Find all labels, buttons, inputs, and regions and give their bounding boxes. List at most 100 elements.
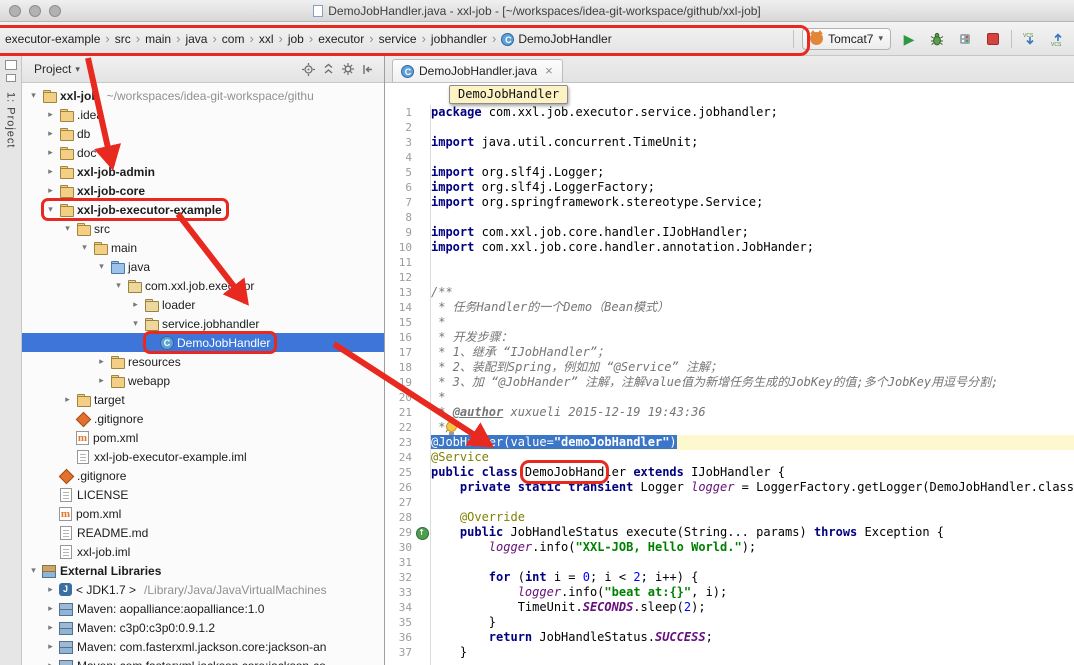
expand-arrow-icon[interactable]: ▸ xyxy=(43,109,58,120)
collapse-arrow-icon[interactable]: ▾ xyxy=(43,204,58,215)
expand-arrow-icon[interactable]: ▸ xyxy=(128,299,143,310)
tree-item-resources[interactable]: ▸resources xyxy=(22,352,384,371)
code-editor[interactable]: DemoJobHandler 1234567891011121314151617… xyxy=(385,83,1074,665)
expand-arrow-icon[interactable]: ▸ xyxy=(43,622,58,633)
hide-panel-button[interactable] xyxy=(360,61,376,77)
settings-button[interactable] xyxy=(340,61,356,77)
code-line-26[interactable]: private static transient Logger logger =… xyxy=(431,480,1074,495)
breadcrumb-item-executor[interactable]: executor xyxy=(315,30,367,48)
vcs-update-button[interactable]: VCS xyxy=(1020,29,1040,49)
code-line-14[interactable]: * 任务Handler的一个Demo（Bean模式） xyxy=(431,300,1074,315)
code-line-22[interactable]: */ xyxy=(431,420,1074,435)
code-line-28[interactable]: @Override xyxy=(431,510,1074,525)
code-line-17[interactable]: * 1、继承 “IJobHandler”； xyxy=(431,345,1074,360)
tree-item-maven-aopalliance-aopalliance-1.0[interactable]: ▸Maven: aopalliance:aopalliance:1.0 xyxy=(22,599,384,618)
code-line-3[interactable]: import java.util.concurrent.TimeUnit; xyxy=(431,135,1074,150)
code-line-31[interactable] xyxy=(431,555,1074,570)
run-config-select[interactable]: Tomcat7 ▾ xyxy=(802,28,891,50)
expand-arrow-icon[interactable]: ▸ xyxy=(43,660,58,665)
code-line-11[interactable] xyxy=(431,255,1074,270)
breadcrumb-item-java[interactable]: java xyxy=(182,30,210,48)
tree-item-.idea[interactable]: ▸.idea xyxy=(22,105,384,124)
tree-item-.gitignore[interactable]: .gitignore xyxy=(22,466,384,485)
override-marker-icon[interactable] xyxy=(414,525,430,540)
code-line-6[interactable]: import org.slf4j.LoggerFactory; xyxy=(431,180,1074,195)
breadcrumb-item-xxl[interactable]: xxl xyxy=(256,30,277,48)
expand-arrow-icon[interactable]: ▸ xyxy=(43,147,58,158)
expand-arrow-icon[interactable]: ▸ xyxy=(43,185,58,196)
tree-item-.gitignore[interactable]: .gitignore xyxy=(22,409,384,428)
tree-item-xxl-job[interactable]: ▾xxl-job~/workspaces/idea-git-workspace/… xyxy=(22,86,384,105)
code-line-12[interactable] xyxy=(431,270,1074,285)
tree-item-license[interactable]: LICENSE xyxy=(22,485,384,504)
code-line-25[interactable]: public class DemoJobHandler extends IJob… xyxy=(431,465,1074,480)
project-tool-button[interactable]: 1: Project xyxy=(5,92,17,148)
code-line-16[interactable]: * 开发步骤： xyxy=(431,330,1074,345)
expand-arrow-icon[interactable]: ▸ xyxy=(94,375,109,386)
tree-item-external-libraries[interactable]: ▾External Libraries xyxy=(22,561,384,580)
code-line-37[interactable]: } xyxy=(431,645,1074,660)
code-line-1[interactable]: package com.xxl.job.executor.service.job… xyxy=(431,105,1074,120)
tree-item-java[interactable]: ▾java xyxy=(22,257,384,276)
tree-item-xxl-job-core[interactable]: ▸xxl-job-core xyxy=(22,181,384,200)
breadcrumb-item-main[interactable]: main xyxy=(142,30,174,48)
tree-item-com.xxl.job.executor[interactable]: ▾com.xxl.job.executor xyxy=(22,276,384,295)
collapse-arrow-icon[interactable]: ▾ xyxy=(77,242,92,253)
tab-demojobhandler[interactable]: DemoJobHandler.java × xyxy=(392,59,563,82)
code-line-4[interactable] xyxy=(431,150,1074,165)
expand-arrow-icon[interactable]: ▸ xyxy=(43,166,58,177)
tree-item-webapp[interactable]: ▸webapp xyxy=(22,371,384,390)
breadcrumb-item-src[interactable]: src xyxy=(112,30,134,48)
collapse-arrow-icon[interactable]: ▾ xyxy=(60,223,75,234)
code-line-8[interactable] xyxy=(431,210,1074,225)
tree-item-xxl-job-executor-example.iml[interactable]: xxl-job-executor-example.iml xyxy=(22,447,384,466)
code-line-30[interactable]: logger.info("XXL-JOB, Hello World."); xyxy=(431,540,1074,555)
tree-item-maven-com.fasterxml.jackson.core-jackson-an[interactable]: ▸Maven: com.fasterxml.jackson.core:jacks… xyxy=(22,637,384,656)
tree-item-service.jobhandler[interactable]: ▾service.jobhandler xyxy=(22,314,384,333)
tree-item-doc[interactable]: ▸doc xyxy=(22,143,384,162)
project-panel-title[interactable]: Project xyxy=(34,62,71,76)
collapse-arrow-icon[interactable]: ▾ xyxy=(26,90,41,101)
close-window-button[interactable] xyxy=(9,5,21,17)
code-line-23[interactable]: @JobHander(value="demoJobHandler") xyxy=(431,435,1074,450)
code-line-33[interactable]: logger.info("beat at:{}", i); xyxy=(431,585,1074,600)
vcs-commit-button[interactable]: VCS xyxy=(1048,29,1068,49)
tool-window-icon[interactable] xyxy=(5,60,17,70)
breadcrumb-item-demojobhandler[interactable]: DemoJobHandler xyxy=(498,30,614,48)
code-line-10[interactable]: import com.xxl.job.core.handler.annotati… xyxy=(431,240,1074,255)
breadcrumb-item-job[interactable]: job xyxy=(285,30,307,48)
tree-item-xxl-job-admin[interactable]: ▸xxl-job-admin xyxy=(22,162,384,181)
tree-item-target[interactable]: ▸target xyxy=(22,390,384,409)
code-line-32[interactable]: for (int i = 0; i < 2; i++) { xyxy=(431,570,1074,585)
expand-arrow-icon[interactable]: ▸ xyxy=(43,584,58,595)
tree-item-loader[interactable]: ▸loader xyxy=(22,295,384,314)
breadcrumb-item-executor-example[interactable]: executor-example xyxy=(2,30,103,48)
breadcrumb-item-service[interactable]: service xyxy=(376,30,420,48)
code-line-36[interactable]: return JobHandleStatus.SUCCESS; xyxy=(431,630,1074,645)
code-line-21[interactable]: * @author xuxueli 2015-12-19 19:43:36 xyxy=(431,405,1074,420)
code-line-18[interactable]: * 2、装配到Spring，例如加 “@Service” 注解； xyxy=(431,360,1074,375)
breadcrumb-item-com[interactable]: com xyxy=(219,30,248,48)
tree-item-pom.xml[interactable]: pom.xml xyxy=(22,504,384,523)
code-line-2[interactable] xyxy=(431,120,1074,135)
tree-item--jdk1.7-[interactable]: ▸< JDK1.7 >/Library/Java/JavaVirtualMach… xyxy=(22,580,384,599)
expand-arrow-icon[interactable]: ▸ xyxy=(60,394,75,405)
code-line-19[interactable]: * 3、加 “@JobHander” 注解，注解value值为新增任务生成的Jo… xyxy=(431,375,1074,390)
tree-item-maven-com.fasterxml.jackson.core-jackson-co[interactable]: ▸Maven: com.fasterxml.jackson.core:jacks… xyxy=(22,656,384,665)
zoom-window-button[interactable] xyxy=(49,5,61,17)
code-line-24[interactable]: @Service xyxy=(431,450,1074,465)
collapse-arrow-icon[interactable]: ▾ xyxy=(111,280,126,291)
tree-item-demojobhandler[interactable]: DemoJobHandler xyxy=(22,333,384,352)
code-line-13[interactable]: /** xyxy=(431,285,1074,300)
code-line-15[interactable]: * xyxy=(431,315,1074,330)
expand-arrow-icon[interactable]: ▸ xyxy=(43,641,58,652)
tree-item-xxl-job-executor-example[interactable]: ▾xxl-job-executor-example xyxy=(22,200,384,219)
expand-arrow-icon[interactable]: ▸ xyxy=(43,603,58,614)
run-with-coverage-button[interactable] xyxy=(955,29,975,49)
collapse-arrow-icon[interactable]: ▾ xyxy=(94,261,109,272)
tree-item-src[interactable]: ▾src xyxy=(22,219,384,238)
collapse-all-button[interactable] xyxy=(320,61,336,77)
run-button[interactable]: ▶ xyxy=(899,29,919,49)
code-line-35[interactable]: } xyxy=(431,615,1074,630)
tree-item-pom.xml[interactable]: pom.xml xyxy=(22,428,384,447)
